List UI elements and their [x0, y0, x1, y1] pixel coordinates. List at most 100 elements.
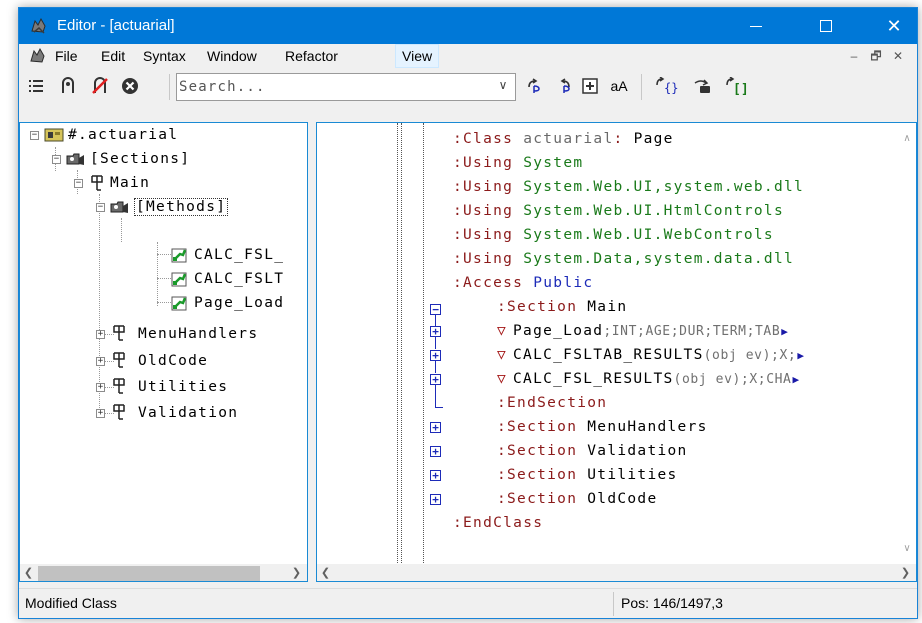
close-button[interactable]: ✕	[871, 8, 917, 44]
fold-collapse-icon[interactable]: −	[430, 304, 441, 315]
code-line[interactable]: :Using System.Web.UI,system.web.dll	[453, 175, 804, 199]
scroll-left-icon[interactable]: ❮	[20, 565, 37, 582]
code-token: System.Data,system.data.dll	[523, 251, 795, 267]
code-token: :Section	[497, 443, 588, 459]
fold-expand-icon[interactable]: +	[430, 350, 441, 361]
navigate-button[interactable]	[691, 75, 717, 97]
code-line[interactable]: :Section MenuHandlers	[497, 415, 708, 439]
goto-prev-icon	[560, 78, 570, 93]
code-line[interactable]: :Class actuarial: Page	[453, 127, 674, 151]
expand-all-button[interactable]	[579, 75, 601, 97]
mdi-minimize-button[interactable]: –	[845, 48, 863, 64]
fold-line	[435, 407, 443, 408]
menu-edit[interactable]: Edit	[95, 44, 131, 68]
collapse-icon[interactable]: −	[96, 203, 105, 212]
clear-bookmark-button[interactable]	[89, 75, 111, 97]
toolbar-separator	[169, 74, 170, 100]
expand-icon[interactable]: +	[96, 409, 105, 418]
gutter-guide	[423, 123, 424, 563]
collapse-icon[interactable]: −	[52, 155, 61, 164]
title-bar[interactable]: Editor - [actuarial] ✕	[19, 8, 917, 44]
code-line[interactable]: :EndClass	[453, 511, 543, 535]
menu-refactor[interactable]: Refactor	[279, 44, 344, 68]
fold-expand-icon[interactable]: +	[430, 422, 441, 433]
braces-button[interactable]: {}	[653, 75, 683, 97]
chevron-down-icon[interactable]: ∨	[495, 78, 511, 96]
tree-connector	[157, 254, 171, 255]
fold-expand-icon[interactable]: +	[430, 446, 441, 457]
code-line[interactable]: :Using System.Web.UI.HtmlControls	[453, 199, 784, 223]
cursor-position: Pos: 146/1497,3	[621, 595, 723, 611]
fold-expand-icon[interactable]: +	[430, 326, 441, 337]
expand-icon[interactable]: +	[96, 357, 105, 366]
scroll-right-icon[interactable]: ❯	[897, 565, 914, 582]
code-hscrollbar[interactable]: ❮ ❯	[317, 564, 916, 581]
collapse-icon[interactable]: −	[74, 179, 83, 188]
outline-button[interactable]	[25, 75, 47, 97]
fold-expand-icon[interactable]: +	[430, 374, 441, 385]
code-line[interactable]: ▽ CALC_FSL_RESULTS(obj ev);X;CHA▶	[497, 367, 800, 391]
tree-node-label: Utilities	[138, 379, 229, 395]
code-line[interactable]: :Section Utilities	[497, 463, 678, 487]
fold-expand-icon[interactable]: +	[430, 494, 441, 505]
menu-window[interactable]: Window	[201, 44, 263, 68]
mdi-close-button[interactable]: ✕	[889, 48, 907, 64]
collapse-icon[interactable]: −	[30, 131, 39, 140]
cancel-button[interactable]	[119, 75, 141, 97]
method-icon	[170, 294, 190, 318]
bookmark-button[interactable]	[57, 75, 79, 97]
gutter-guide	[401, 123, 402, 563]
code-token: :Class	[453, 131, 524, 147]
expand-icon[interactable]: +	[96, 383, 105, 392]
code-line[interactable]: :Access Public	[453, 271, 593, 295]
code-token: (obj ev);X;CHA	[673, 372, 792, 387]
outline-tree[interactable]: − #.actuarial − [Sections] − Main − [Met…	[19, 122, 308, 582]
expand-icon[interactable]: +	[96, 330, 105, 339]
document-icon[interactable]	[29, 47, 47, 65]
menu-view[interactable]: View	[395, 44, 440, 68]
tree-hscrollbar[interactable]: ❮ ❯	[20, 564, 307, 581]
app-icon	[29, 16, 49, 36]
outline-icon	[29, 80, 43, 92]
scroll-down-icon[interactable]: ∨	[900, 543, 914, 557]
scroll-thumb[interactable]	[38, 566, 260, 581]
menu-file[interactable]: File	[49, 44, 84, 68]
goto-next-button[interactable]	[523, 75, 545, 97]
fold-expand-icon[interactable]: +	[430, 470, 441, 481]
tree-connector	[157, 302, 171, 303]
code-line[interactable]: :Section Main	[497, 295, 627, 319]
case-button[interactable]: aA	[605, 75, 633, 97]
code-token: Public	[533, 275, 594, 291]
brackets-button[interactable]: []	[723, 75, 749, 97]
minimize-icon	[750, 25, 762, 27]
overflow-arrow-icon: ▶	[797, 349, 806, 362]
goto-prev-button[interactable]	[553, 75, 575, 97]
scroll-right-icon[interactable]: ❯	[288, 565, 305, 582]
search-box[interactable]: ∨	[176, 73, 516, 101]
scroll-left-icon[interactable]: ❮	[317, 565, 334, 582]
clear-bookmark-icon	[92, 77, 108, 94]
code-line[interactable]: :Using System	[453, 151, 583, 175]
code-token: CALC_FSLTAB_RESULTS	[513, 347, 704, 363]
minimize-button[interactable]	[733, 8, 779, 44]
folder-icon	[110, 198, 130, 222]
mdi-restore-button[interactable]: 🗗	[867, 48, 885, 64]
toolbar-separator	[641, 74, 642, 100]
code-line[interactable]: ▽ CALC_FSLTAB_RESULTS(obj ev);X;▶	[497, 343, 805, 367]
code-line[interactable]: :EndSection	[497, 391, 607, 415]
section-icon	[112, 403, 126, 427]
code-line[interactable]: :Section OldCode	[497, 487, 658, 511]
scroll-up-icon[interactable]: ∧	[900, 133, 914, 147]
maximize-button[interactable]	[803, 8, 849, 44]
tree-node-label: [Methods]	[134, 198, 229, 216]
search-input[interactable]	[179, 76, 491, 98]
code-token: actuarial	[523, 131, 614, 147]
code-line[interactable]: ▽ Page_Load;INT;AGE;DUR;TERM;TAB▶	[497, 319, 789, 343]
window-title: Editor - [actuarial]	[57, 17, 175, 34]
code-line[interactable]: :Using System.Data,system.data.dll	[453, 247, 794, 271]
menu-syntax[interactable]: Syntax	[137, 44, 192, 68]
code-editor[interactable]: :Class actuarial: Page:Using System:Usin…	[316, 122, 917, 582]
code-line[interactable]: :Section Validation	[497, 439, 688, 463]
code-token: System.Web.UI,system.web.dll	[523, 179, 805, 195]
code-line[interactable]: :Using System.Web.UI.WebControls	[453, 223, 774, 247]
